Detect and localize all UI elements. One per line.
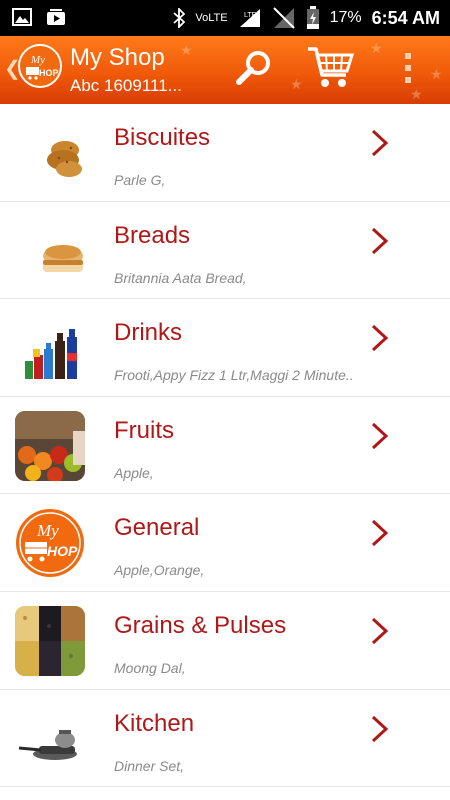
category-row-drinks[interactable]: Drinks Frooti,Appy Fizz 1 Ltr,Maggi 2 Mi… bbox=[0, 299, 450, 397]
category-products: Britannia Aata Bread, bbox=[114, 269, 247, 286]
video-notification-icon bbox=[47, 9, 65, 25]
biscuits-thumbnail bbox=[15, 118, 85, 188]
overflow-menu-icon bbox=[405, 53, 411, 83]
chevron-right-icon bbox=[371, 617, 389, 645]
search-button[interactable] bbox=[230, 42, 278, 94]
signal-icon: LTE bbox=[239, 9, 260, 27]
app-bar: ★ ★ ★ ★ ★ ❮ My HOP My Shop Abc 1609111..… bbox=[0, 36, 450, 104]
app-subtitle: Abc 1609111... bbox=[70, 76, 182, 95]
category-title: Kitchen bbox=[114, 709, 195, 737]
category-title: Fruits bbox=[114, 416, 174, 444]
clock: 6:54 AM bbox=[371, 7, 440, 28]
category-row-biscuites[interactable]: Biscuites Parle G, bbox=[0, 104, 450, 202]
category-row-kitchen[interactable]: Kitchen Dinner Set, bbox=[0, 690, 450, 788]
category-title: Grains & Pulses bbox=[114, 611, 287, 639]
category-row-general[interactable]: My HOP General Apple,Orange, bbox=[0, 494, 450, 592]
category-row-breads[interactable]: Breads Britannia Aata Bread, bbox=[0, 202, 450, 300]
chevron-right-icon bbox=[371, 520, 389, 547]
status-bar: VoLTE LTE 17% 6:54 AM bbox=[0, 0, 450, 36]
grains-thumbnail bbox=[15, 605, 85, 676]
category-title: General bbox=[114, 514, 200, 542]
chevron-right-icon bbox=[371, 422, 389, 449]
category-title: Drinks bbox=[114, 319, 183, 347]
chevron-right-icon bbox=[371, 227, 389, 254]
bluetooth-icon bbox=[173, 8, 186, 28]
general-thumbnail: My HOP bbox=[15, 508, 85, 578]
battery-percent: 17% bbox=[329, 9, 362, 26]
chevron-right-icon bbox=[371, 325, 389, 352]
cart-icon bbox=[308, 47, 354, 87]
category-title: Breads bbox=[114, 221, 191, 249]
fruits-thumbnail bbox=[15, 410, 85, 481]
cart-button[interactable] bbox=[306, 42, 354, 94]
category-products: Apple, bbox=[114, 464, 154, 481]
category-products: Frooti,Appy Fizz 1 Ltr,Maggi 2 Minute.. bbox=[114, 367, 354, 384]
svg-text:My: My bbox=[30, 54, 45, 66]
app-title: My Shop bbox=[70, 44, 165, 71]
category-list: Biscuites Parle G, Breads Britannia Aata… bbox=[0, 104, 450, 788]
search-icon bbox=[236, 51, 270, 85]
category-row-grains-pulses[interactable]: Grains & Pulses Moong Dal, bbox=[0, 592, 450, 690]
image-notification-icon bbox=[12, 8, 32, 26]
overflow-menu-button[interactable] bbox=[386, 42, 430, 94]
app-logo[interactable]: My HOP bbox=[18, 44, 62, 88]
category-products: Dinner Set, bbox=[114, 757, 185, 774]
drinks-thumbnail bbox=[15, 313, 85, 383]
kitchen-thumbnail bbox=[15, 704, 85, 774]
svg-text:My: My bbox=[36, 521, 59, 540]
volte-label: VoLTE bbox=[195, 12, 228, 24]
battery-icon bbox=[306, 6, 319, 29]
lte-label: LTE bbox=[244, 12, 257, 19]
category-products: Apple,Orange, bbox=[114, 562, 205, 579]
chevron-right-icon bbox=[371, 129, 389, 157]
no-signal-icon bbox=[272, 7, 295, 29]
breads-thumbnail bbox=[15, 216, 85, 286]
category-title: Biscuites bbox=[114, 124, 211, 151]
svg-text:HOP: HOP bbox=[39, 68, 59, 78]
category-products: Moong Dal, bbox=[114, 659, 186, 676]
chevron-right-icon bbox=[371, 715, 389, 742]
category-products: Parle G, bbox=[114, 172, 166, 188]
svg-text:HOP: HOP bbox=[47, 543, 78, 559]
category-row-fruits[interactable]: Fruits Apple, bbox=[0, 397, 450, 495]
